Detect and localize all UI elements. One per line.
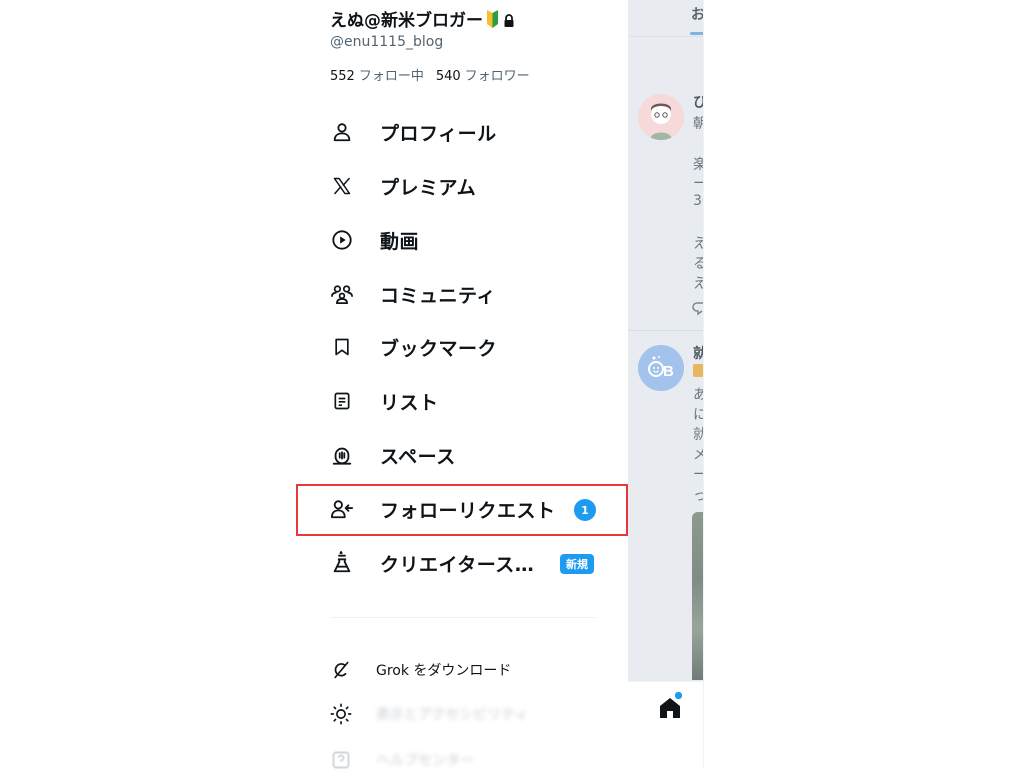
following-label[interactable]: フォロー中 xyxy=(359,69,424,84)
menu-label-spaces: スペース xyxy=(380,445,456,468)
person-icon xyxy=(330,120,354,144)
feed-edge xyxy=(703,0,704,768)
bottom-navigation-bar xyxy=(628,681,704,769)
list-icon xyxy=(330,389,354,413)
menu-label-premium: プレミアム xyxy=(380,176,477,199)
new-badge: 新規 xyxy=(560,554,594,574)
menu-item-help-center[interactable]: ヘルプセンター xyxy=(330,746,596,774)
grok-icon xyxy=(330,659,352,681)
followers-label[interactable]: フォロワー xyxy=(465,69,530,84)
navigation-drawer: えぬ@新米ブロガー @enu1115_blog 552 フォロー中 540 フォロワー… xyxy=(296,0,628,769)
timeline-backdrop[interactable]: お ひ 朝 楽 ー 30 え る え B 就 あ に xyxy=(628,0,704,768)
menu-item-spaces[interactable]: スペース xyxy=(330,435,596,475)
spaces-icon xyxy=(330,443,354,467)
menu-label-profile: プロフィール xyxy=(380,122,497,145)
follow-counts: 552 フォロー中 540 フォロワー xyxy=(330,65,542,84)
post-avatar[interactable] xyxy=(638,94,684,140)
profile-name-text: えぬ@新米ブロガー xyxy=(330,11,483,31)
menu-item-premium[interactable]: プレミアム xyxy=(330,166,596,206)
post-divider xyxy=(628,330,704,331)
menu-item-creator-studio[interactable]: クリエイタース… 新規 xyxy=(330,543,596,583)
menu-divider xyxy=(330,617,596,618)
menu-item-communities[interactable]: コミュニティ xyxy=(330,274,596,314)
timeline-tab-indicator xyxy=(690,32,704,35)
following-count[interactable]: 552 xyxy=(330,69,355,84)
menu-label-bookmarks: ブックマーク xyxy=(380,337,498,360)
communities-icon xyxy=(330,282,354,306)
timeline-tab-bar: お xyxy=(628,0,704,37)
svg-text:B: B xyxy=(663,363,674,380)
menu-label-help-center: ヘルプセンター xyxy=(376,753,474,769)
menu-item-display-accessibility[interactable]: 表示とアクセシビリティ xyxy=(330,700,596,728)
followers-count[interactable]: 540 xyxy=(436,69,461,84)
profile-name[interactable]: えぬ@新米ブロガー xyxy=(330,6,515,31)
beginner-mark-icon xyxy=(486,9,499,28)
menu-label-communities: コミュニティ xyxy=(380,284,496,307)
profile-handle: @enu1115_blog xyxy=(330,34,444,50)
follow-request-highlight-frame xyxy=(296,484,628,536)
menu-item-lists[interactable]: リスト xyxy=(330,381,596,421)
menu-item-download-grok[interactable]: Grok をダウンロード xyxy=(330,656,596,684)
menu-label-download-grok: Grok をダウンロード xyxy=(376,663,512,679)
x-logo-icon xyxy=(330,174,354,198)
post-avatar[interactable]: B xyxy=(638,345,684,391)
sun-icon xyxy=(330,703,352,725)
menu-label-display-accessibility: 表示とアクセシビリティ xyxy=(376,707,529,723)
lock-icon xyxy=(503,12,515,27)
home-icon[interactable] xyxy=(658,696,682,724)
bookmark-icon xyxy=(330,335,354,359)
menu-label-creator-studio: クリエイタース… xyxy=(380,553,535,576)
menu-label-video: 動画 xyxy=(380,230,420,253)
menu-item-bookmarks[interactable]: ブックマーク xyxy=(330,327,596,367)
menu-label-lists: リスト xyxy=(380,391,439,414)
play-icon xyxy=(330,228,354,252)
new-posts-dot xyxy=(674,691,683,700)
menu-item-video[interactable]: 動画 xyxy=(330,220,596,260)
creator-studio-icon xyxy=(330,551,354,575)
menu-item-profile[interactable]: プロフィール xyxy=(330,112,596,152)
